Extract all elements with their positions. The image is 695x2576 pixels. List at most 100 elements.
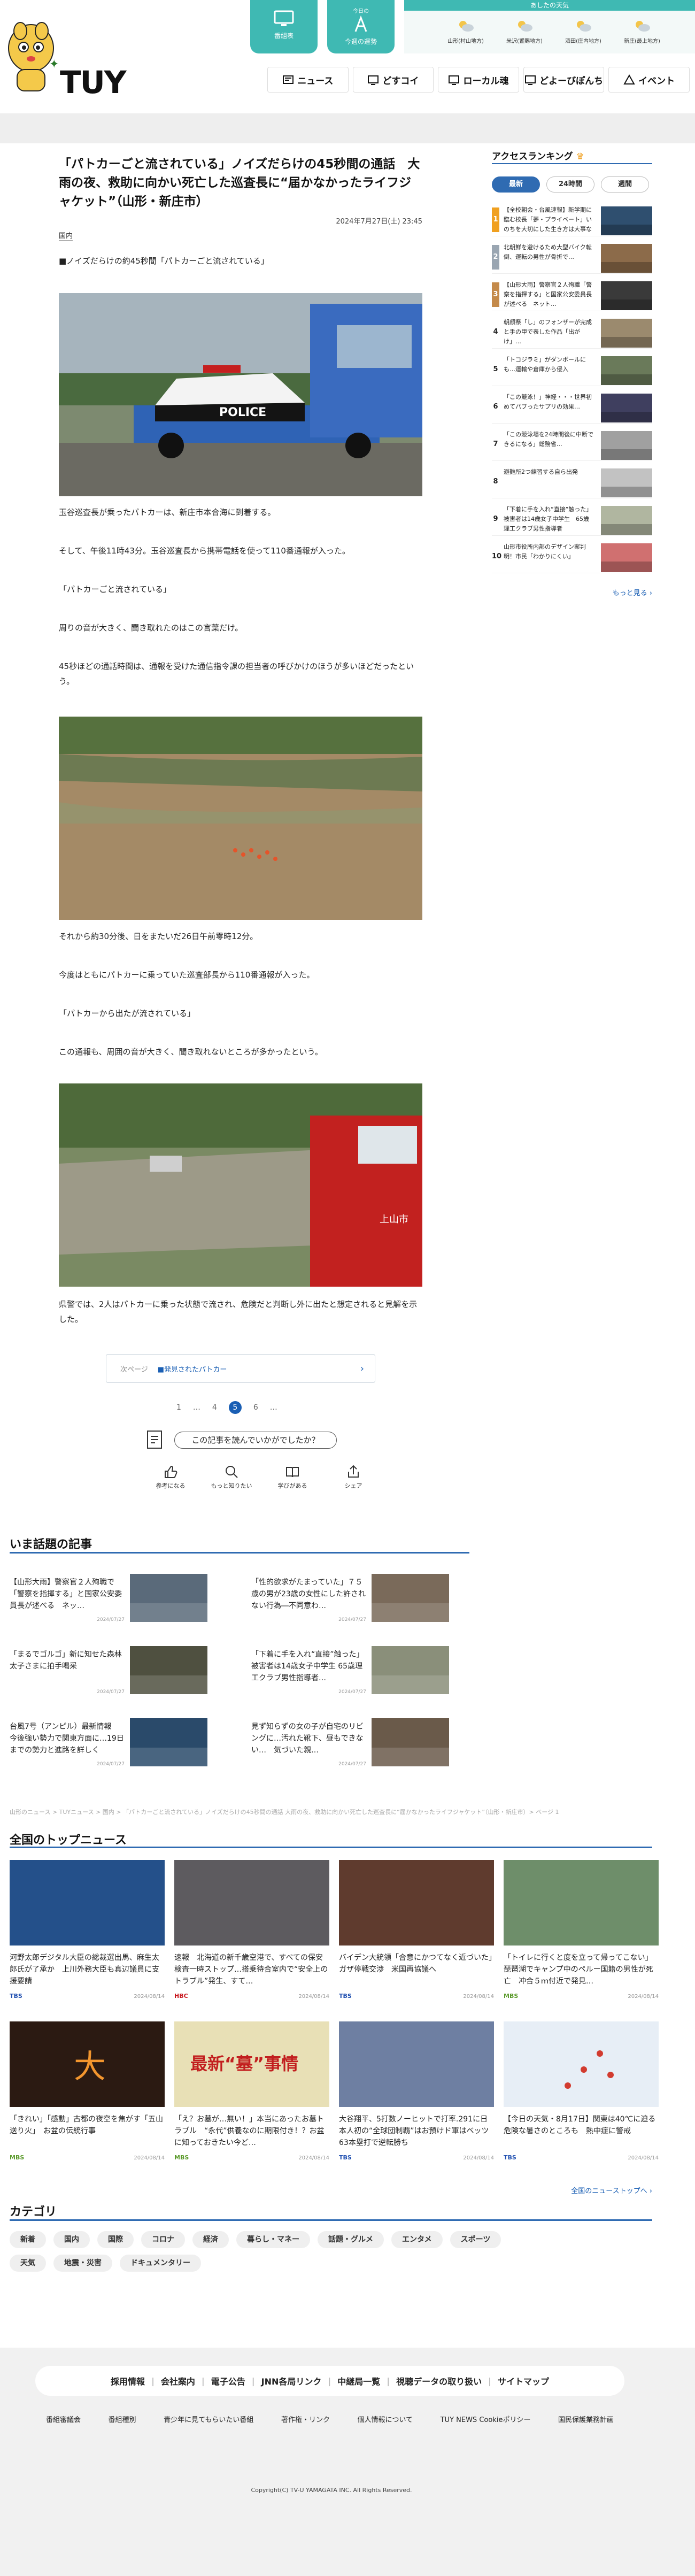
ranking-number: 10 <box>492 552 502 560</box>
top-news-source: HBC <box>174 1993 188 2000</box>
top-news-more-link[interactable]: 全国のニューストップへ › <box>535 2185 652 2195</box>
page-link[interactable]: 4 <box>212 1403 217 1412</box>
topics-underline <box>10 1552 469 1554</box>
category-chip[interactable]: 暮らし・マネー <box>236 2231 310 2248</box>
top-news-item[interactable]: バイデン大統領「合意にかつてなく近づいた」ガザ停戦交渉 米国再協議へ TBS 202… <box>339 1860 494 2012</box>
top-news-item[interactable]: 速報 北海道の新千歳空港で、すべての保安検査一時ストップ…搭乗待合室内で“安全上… <box>174 1860 329 2012</box>
nav-item-local[interactable]: ローカル魂 <box>438 67 519 93</box>
category-chip[interactable]: エンタメ <box>391 2231 443 2248</box>
reaction-learn-more-button[interactable]: もっと知りたい <box>205 1464 258 1490</box>
topic-item[interactable]: 見ず知らずの女の子が自宅のリビングに…汚れた靴下、昼もできない… 気づいた親… 2… <box>251 1716 449 1777</box>
nav-item-doyoubi[interactable]: どよーびぽんち <box>523 67 605 93</box>
footer-sub-links: 番組審議会 番組種別 青少年に見てもらいたい番組 著作権・リンク 個人情報について TUY… <box>35 2414 624 2424</box>
footer-link[interactable]: 採用情報 <box>111 2374 145 2387</box>
footer-link[interactable]: サイトマップ <box>498 2374 549 2387</box>
nav-item-news[interactable]: ニュース <box>267 67 349 93</box>
category-chip[interactable]: 国内 <box>53 2231 90 2248</box>
category-chip[interactable]: 新着 <box>10 2231 46 2248</box>
footer-link[interactable]: TUY NEWS Cookieポリシー <box>441 2414 531 2424</box>
ranking-item[interactable]: 3 【山形大雨】警察官２人殉職「警察を指揮する」と国家公安委員長が述べる ネット… <box>492 278 652 311</box>
mascot-logo[interactable] <box>4 16 60 96</box>
category-chip[interactable]: 国際 <box>97 2231 134 2248</box>
top-news-item[interactable]: 最新“墓”事情 「え？お墓が…無い！」本当にあったお墓トラブル “永代”供養なのに… <box>174 2021 329 2174</box>
ranking-tab-24h[interactable]: 24時間 <box>546 176 594 193</box>
top-news-item[interactable]: 大谷翔平、5打数ノーヒットで打率.291に日本人初の“全球団制覇”はお預けド軍は… <box>339 2021 494 2174</box>
ranking-more-link[interactable]: もっと見る › <box>492 587 652 597</box>
ranking-thumbnail <box>601 543 652 572</box>
top-news-item[interactable]: 「トイレに行くと度を立って帰ってこない」琵琶湖でキャンプ中のペルー国籍の男性が死… <box>504 1860 659 2012</box>
topic-item[interactable]: 「まるでゴルゴ」新に知せた森林太子さまに拍手喝采 2024/07/27 <box>10 1643 207 1705</box>
ranking-text: 【全校朝会・台風速報】新学期に臨む校長「夢・プライベート」いのちを大切にした生き… <box>504 206 592 233</box>
footer-link[interactable]: 電子公告 <box>211 2374 245 2387</box>
topic-item[interactable]: 「性的欲求がたまっていた」７５歳の男が23歳の女性にした許されない行為―不同意わ… <box>251 1571 449 1633</box>
weather-city[interactable]: 新庄(最上地方) <box>613 19 671 44</box>
ranking-item[interactable]: 10 山形市役所内部のデザイン案判明！市民「わかりにくい」 <box>492 540 652 573</box>
ranking-tab-latest[interactable]: 最新 <box>492 176 540 193</box>
reaction-buttons: 参考になる もっと知りたい 学びがある シェア <box>144 1464 380 1490</box>
footer-link[interactable]: 会社案内 <box>161 2374 195 2387</box>
ranking-tab-weekly[interactable]: 週間 <box>601 176 649 193</box>
reaction-helpful-button[interactable]: 参考になる <box>144 1464 197 1490</box>
footer-link[interactable]: 青少年に見てもらいたい番組 <box>164 2414 253 2424</box>
category-chip[interactable]: ドキュメンタリー <box>120 2255 201 2272</box>
topic-date: 2024/07/27 <box>338 1617 366 1623</box>
ranking-item[interactable]: 1 【全校朝会・台風速報】新学期に臨む校長「夢・プライベート」いのちを大切にした生… <box>492 203 652 236</box>
top-news-text: 速報 北海道の新千歳空港で、すべての保安検査一時ストップ…搭乗待合室内で“安全上… <box>174 1954 328 1986</box>
site-logo[interactable]: TUY <box>60 64 127 101</box>
category-chip[interactable]: コロナ <box>141 2231 185 2248</box>
category-chip[interactable]: 天気 <box>10 2255 46 2272</box>
horoscope-button[interactable]: 今日の 今週の運勢 <box>327 0 395 53</box>
weather-city[interactable]: 酒田(庄内地方) <box>554 19 613 44</box>
ranking-item[interactable]: 2 北朝鮮を避けるため大型バイク転倒、運転の男性が骨折で… <box>492 241 652 274</box>
footer-link[interactable]: 中継局一覧 <box>337 2374 380 2387</box>
share-button[interactable]: シェア <box>327 1464 380 1490</box>
reaction-learning-button[interactable]: 学びがある <box>266 1464 319 1490</box>
footer-link[interactable]: 著作権・リンク <box>281 2414 330 2424</box>
thumb-headline: 最新“墓”事情 <box>190 2054 298 2074</box>
ranking-text: 【山形大雨】警察官２人殉職「警察を指揮する」と国家公安委員長が述べる ネット… <box>504 281 592 307</box>
footer-link[interactable]: 視聴データの取り扱い <box>396 2374 482 2387</box>
topic-item[interactable]: 【山形大雨】警察官２人殉職で「警察を指揮する」と国家公安委員長が述べる ネッ… 2… <box>10 1571 207 1633</box>
top-news-text: 【今日の天気・8月17日】関東は40℃に迫る危険な暑さのところも 熱中症に警戒 <box>504 2115 656 2135</box>
next-page-link[interactable]: 次ページ ■発見されたパトカー › <box>106 1354 375 1383</box>
category-chip[interactable]: 経済 <box>192 2231 229 2248</box>
weather-city[interactable]: 米沢(置賜地方) <box>495 19 554 44</box>
breadcrumb[interactable]: 山形のニュース > TUYニュース > 国内 > 「パトカーごと流されている」ノ… <box>10 1808 651 1816</box>
ranking-item[interactable]: 9 「下着に手を入れ“直接”触った」被害者は14歳女子中学生 65歳理工クラブ男性… <box>492 503 652 536</box>
footer-link[interactable]: 国民保護業務計画 <box>558 2414 614 2424</box>
ranking-number: 2 <box>492 245 499 270</box>
top-news-item[interactable]: 河野太郎デジタル大臣の総裁選出馬、麻生太郎氏が了承か 上川外務大臣も真辺議員に支… <box>10 1860 165 2012</box>
top-news-date: 2024/08/14 <box>298 1994 329 2000</box>
weather-city[interactable]: 山形(村山地方) <box>436 19 495 44</box>
category-row-1: 新着 国内 国際 コロナ 経済 暮らし・マネー 話題・グルメ エンタメ スポーツ <box>10 2231 501 2248</box>
cloud-sun-icon <box>459 21 474 32</box>
footer-link[interactable]: JNN各局リンク <box>261 2374 322 2387</box>
category-chip[interactable]: 地震・災害 <box>53 2255 112 2272</box>
ranking-item[interactable]: 7 「この競泳場を24時間後に中断できるになる」総務省… <box>492 428 652 461</box>
top-news-text: 河野太郎デジタル大臣の総裁選出馬、麻生太郎氏が了承か 上川外務大臣も真辺議員に支… <box>10 1954 159 1986</box>
ranking-item[interactable]: 6 「この競泳！」神経・・・世界初めてパプったサプリの効果… <box>492 390 652 424</box>
ranking-item[interactable]: 8 避難所2つ練習する自ら出発 <box>492 465 652 498</box>
share-icon <box>348 1465 359 1478</box>
article-category-link[interactable]: 国内 <box>59 230 73 241</box>
weather-panel[interactable]: あしたの天気 山形(村山地方) 米沢(置賜地方) 酒田(庄内地方) 新庄(最上地… <box>404 0 695 53</box>
footer-link[interactable]: 番組審議会 <box>46 2414 81 2424</box>
page-link[interactable]: 6 <box>253 1403 258 1412</box>
ranking-item[interactable]: 5 「トコジラミ」がダンボールにも…運輸や倉庫から侵入 <box>492 353 652 386</box>
top-news-item[interactable]: 大「きれい」「感動」古都の夜空を焦がす「五山送り火」 お盆の伝統行事 MBS 202… <box>10 2021 165 2174</box>
nav-label: ニュース <box>297 75 334 87</box>
top-news-item[interactable]: 【今日の天気・8月17日】関東は40℃に迫る危険な暑さのところも 熱中症に警戒 T… <box>504 2021 659 2174</box>
footer-link[interactable]: 個人情報について <box>357 2414 413 2424</box>
nav-item-dosukoi[interactable]: どすコイ <box>352 67 434 93</box>
reaction-label: シェア <box>344 1482 362 1489</box>
ranking-item[interactable]: 4 朝顔祭「し」のフォンザーが完成と手の甲で表した作品「出がけ」… <box>492 316 652 349</box>
tv-schedule-button[interactable]: 番組表 <box>250 0 318 53</box>
category-chip[interactable]: スポーツ <box>450 2231 501 2248</box>
footer-link[interactable]: 番組種別 <box>109 2414 136 2424</box>
nav-item-event[interactable]: イベント <box>608 67 690 93</box>
page-link[interactable]: 1 <box>176 1403 181 1412</box>
topic-item[interactable]: 台風7号（アンピル）最新情報 今後強い勢力で関東方面に…19日までの勢力と進路を… <box>10 1716 207 1777</box>
topic-date: 2024/07/27 <box>338 1689 366 1695</box>
category-chip[interactable]: 話題・グルメ <box>318 2231 384 2248</box>
topic-item[interactable]: 「下着に手を入れ“直接”触った」被害者は14歳女子中学生 65歳理工クラブ男性指… <box>251 1643 449 1705</box>
